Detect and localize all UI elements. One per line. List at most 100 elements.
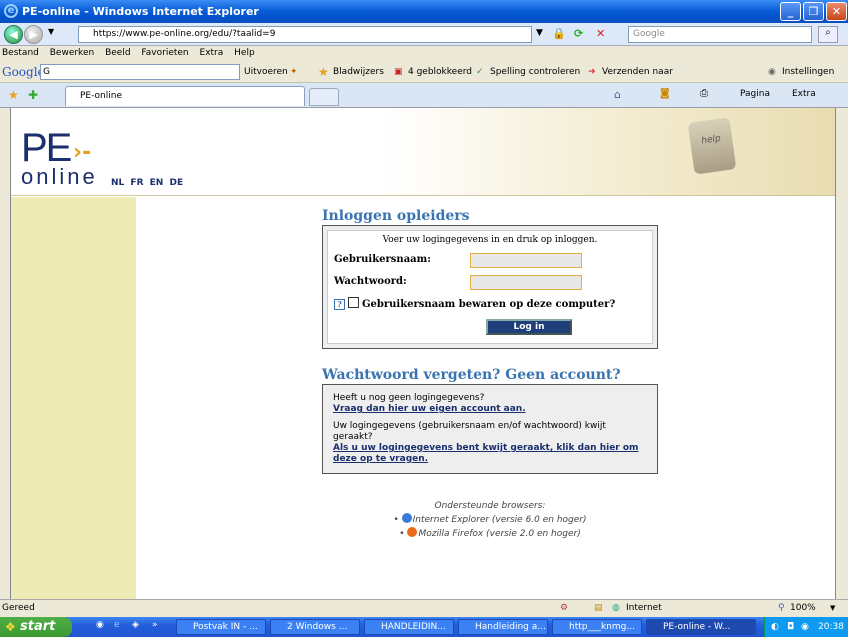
google-search-input[interactable]: G	[40, 64, 240, 80]
start-button[interactable]: ❖ start	[0, 617, 72, 637]
tab-pe-online[interactable]: PE-online	[65, 86, 305, 106]
refresh-icon[interactable]: ⟳	[574, 27, 583, 40]
browser-item: • Mozilla Firefox (versie 2.0 en hoger)	[399, 527, 581, 539]
clock[interactable]: 20:38	[818, 622, 844, 632]
favorites-star-icon[interactable]: ★	[8, 88, 19, 102]
ie-logo-icon: e	[4, 4, 18, 18]
forgot-heading: Wachtwoord vergeten? Geen account?	[322, 367, 621, 383]
zoom-level[interactable]: 100%	[790, 600, 816, 617]
taskbar-item-handleiding-2[interactable]: Handleiding a...	[458, 619, 548, 635]
vertical-scrollbar[interactable]	[836, 108, 848, 599]
login-form: Voer uw logingegevens in en druk op inlo…	[327, 230, 653, 344]
taskbar-item-pe-online[interactable]: PE-online - W...	[646, 619, 756, 635]
back-button[interactable]: ◀	[4, 25, 23, 44]
internet-explorer-icon	[401, 513, 412, 523]
tools-menu-button[interactable]: Extra	[792, 89, 816, 99]
no-account-text: Heeft u nog geen logingegevens?	[333, 393, 485, 403]
request-account-link[interactable]: Vraag dan hier uw eigen account aan.	[333, 404, 647, 415]
spellcheck-button[interactable]: Spelling controleren	[490, 61, 580, 83]
username-row: Gebruikersnaam:	[334, 251, 646, 273]
settings-button[interactable]: Instellingen	[782, 61, 834, 83]
recover-credentials-link[interactable]: Als u uw logingegevens bent kwijt geraak…	[333, 443, 647, 465]
login-intro: Voer uw logingegevens in en druk op inlo…	[382, 235, 598, 245]
login-heading: Inloggen opleiders	[322, 208, 470, 224]
lock-icon[interactable]: 🔒	[552, 27, 566, 40]
home-icon[interactable]: ⌂	[614, 88, 621, 101]
address-bar[interactable]: https://www.pe-online.org/edu/?taalid=9	[78, 26, 532, 43]
tray-icon[interactable]: ◉	[801, 617, 809, 637]
supported-browsers: Ondersteunde browsers: • Internet Explor…	[322, 500, 658, 541]
quicklaunch-more-icon[interactable]: »	[152, 620, 158, 630]
password-row: Wachtwoord:	[334, 273, 646, 295]
send-to-button[interactable]: Verzenden naar	[602, 61, 673, 83]
address-dropdown-icon[interactable]: ▼	[536, 28, 543, 38]
web-page: PE ›- online NL FR EN DE help Inloggen o…	[10, 108, 836, 599]
popup-blocker-icon: ▣	[394, 67, 403, 77]
username-label: Gebruikersnaam:	[334, 254, 431, 265]
login-panel: Voer uw logingegevens in en druk op inlo…	[322, 225, 658, 349]
search-input[interactable]: Google	[628, 26, 812, 43]
taskbar-item-pdf[interactable]: http___knmg...	[552, 619, 642, 635]
maximize-button[interactable]: ❐	[803, 2, 824, 21]
feeds-icon[interactable]: ◙	[660, 88, 670, 99]
login-button[interactable]: Log in	[486, 319, 572, 335]
protected-mode-icon: ▤	[594, 603, 603, 613]
new-tab-button[interactable]	[309, 88, 339, 106]
popup-blocked-button[interactable]: 4 geblokkeerd	[408, 61, 472, 83]
address-url: https://www.pe-online.org/edu/?taalid=9	[93, 29, 276, 39]
send-icon: ➜	[588, 67, 596, 77]
settings-icon: ◉	[768, 67, 776, 77]
lang-fr[interactable]: FR	[130, 178, 143, 188]
lang-nl[interactable]: NL	[111, 178, 124, 188]
remember-label: Gebruikersnaam bewaren op deze computer?	[362, 299, 616, 310]
tray-icon[interactable]: ◘	[787, 617, 794, 637]
google-tools-icon[interactable]: ✦	[290, 61, 298, 83]
quicklaunch-outlook-icon[interactable]: ◉	[96, 620, 104, 630]
quicklaunch-ie-icon[interactable]: e	[114, 620, 120, 630]
lang-en[interactable]: EN	[150, 178, 164, 188]
stop-icon[interactable]: ✕	[596, 27, 605, 40]
menu-favorieten[interactable]: Favorieten	[141, 48, 188, 58]
menu-help[interactable]: Help	[234, 48, 255, 58]
system-tray: ◐ ◘ ◉ 20:38	[764, 617, 848, 637]
lost-credentials-text: Uw logingegevens (gebruikersnaam en/of w…	[333, 421, 606, 442]
windows-logo-icon: ❖	[5, 620, 16, 634]
taskbar-item-explorer[interactable]: 2 Windows ...	[270, 619, 360, 635]
google-go-button[interactable]: Uitvoeren	[244, 61, 288, 83]
window-title-bar: e PE-online - Windows Internet Explorer …	[0, 0, 848, 23]
help-key-image: help	[687, 117, 737, 175]
close-button[interactable]: ✕	[826, 2, 847, 21]
google-toolbar: Google G Uitvoeren ✦ ★ Bladwijzers ▣ 4 g…	[0, 61, 848, 83]
star-icon: ★	[318, 65, 329, 79]
menu-bestand[interactable]: Bestand	[2, 48, 39, 58]
lang-de[interactable]: DE	[169, 178, 183, 188]
print-icon[interactable]: ⎙	[700, 88, 708, 99]
taskbar: ❖ start ◉ e ◈ » Postvak IN - ... 2 Windo…	[0, 617, 848, 637]
quicklaunch-media-icon[interactable]: ◈	[132, 620, 139, 630]
site-header: PE ›- online NL FR EN DE help	[11, 108, 835, 196]
minimize-button[interactable]: _	[780, 2, 801, 21]
history-dropdown-icon[interactable]: ▼	[48, 27, 54, 36]
browser-item: • Internet Explorer (versie 6.0 en hoger…	[393, 513, 587, 525]
site-logo-online[interactable]: online	[21, 164, 98, 190]
add-favorite-icon[interactable]: ✚	[28, 88, 38, 102]
remember-checkbox[interactable]	[348, 297, 359, 308]
taskbar-item-outlook[interactable]: Postvak IN - ...	[176, 619, 266, 635]
menu-extra[interactable]: Extra	[200, 48, 224, 58]
forward-button[interactable]: ▶	[24, 25, 43, 44]
tray-icon[interactable]: ◐	[771, 617, 779, 637]
menu-bewerken[interactable]: Bewerken	[50, 48, 94, 58]
address-toolbar: ◀ ▶ ▼ https://www.pe-online.org/edu/?taa…	[0, 23, 848, 46]
page-menu-button[interactable]: Pagina	[740, 89, 770, 99]
menu-beeld[interactable]: Beeld	[105, 48, 130, 58]
zoom-dropdown-icon[interactable]: ▼	[830, 600, 835, 617]
username-input[interactable]	[470, 253, 582, 268]
firefox-icon	[407, 527, 418, 537]
bookmarks-button[interactable]: Bladwijzers	[333, 61, 384, 83]
password-input[interactable]	[470, 275, 582, 290]
help-question-icon[interactable]: ?	[334, 299, 345, 310]
search-icon[interactable]: ⌕	[818, 26, 838, 43]
taskbar-item-handleiding-1[interactable]: HANDLEIDIN...	[364, 619, 454, 635]
menu-bar: Bestand Bewerken Beeld Favorieten Extra …	[0, 46, 848, 61]
main-content: Inloggen opleiders Voer uw logingegevens…	[322, 208, 658, 541]
